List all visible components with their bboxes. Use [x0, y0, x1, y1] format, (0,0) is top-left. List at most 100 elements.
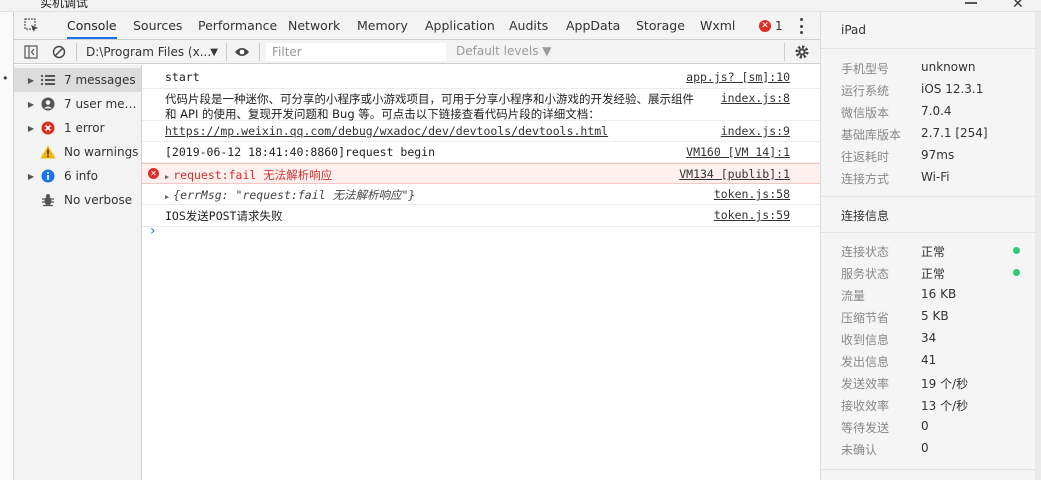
left-edge-panel: •	[0, 12, 14, 480]
warning-icon	[40, 144, 56, 160]
sidebar-item-label: 1 error	[64, 121, 105, 135]
filter-input[interactable]	[266, 43, 446, 61]
info-key: 手机型号	[841, 62, 890, 76]
console-object[interactable]: ▶ {errMsg: "request:fail 无法解析响应"}	[165, 187, 415, 203]
info-key: 基础库版本	[841, 128, 902, 142]
console-row: IOS发送POST请求失败 token.js:59	[142, 205, 820, 227]
info-key: 连接方式	[841, 172, 890, 186]
eye-icon[interactable]	[233, 43, 251, 61]
console-message: [2019-06-12 18:41:40:8860]request begin	[165, 145, 436, 159]
error-text: request:fail 无法解析响应	[173, 168, 333, 182]
tab-performance[interactable]: Performance	[198, 12, 277, 39]
console-row: start app.js? [sm]:10	[142, 67, 820, 89]
sidebar-item-label: 7 user mess...	[64, 97, 140, 111]
source-link[interactable]: index.js:8	[721, 91, 790, 105]
expand-arrow-icon[interactable]: ▶	[24, 76, 38, 85]
source-link[interactable]: VM134 [publib]:1	[679, 167, 790, 181]
sidebar-item-info[interactable]: ▶ 6 info	[14, 164, 141, 188]
tab-memory[interactable]: Memory	[357, 12, 408, 39]
close-icon[interactable]: ✕	[1012, 0, 1024, 11]
connection-section-title: 连接信息	[841, 209, 890, 223]
panel-scrollbar[interactable]	[1035, 12, 1041, 480]
tab-audits[interactable]: Audits	[509, 12, 548, 39]
source-link[interactable]: token.js:58	[714, 187, 790, 201]
sidebar-item-label: 7 messages	[64, 73, 136, 87]
tab-network[interactable]: Network	[288, 12, 340, 39]
sidebar-item-warnings[interactable]: No warnings	[14, 140, 141, 164]
conn-row: 流量 16 KB	[841, 284, 1031, 306]
error-count-badge[interactable]: ✕ 1	[759, 19, 783, 33]
tab-storage[interactable]: Storage	[636, 12, 685, 39]
source-link[interactable]: app.js? [sm]:10	[686, 70, 790, 84]
console-messages: start app.js? [sm]:10 代码片段是一种迷你、可分享的小程序或…	[142, 65, 820, 480]
object-text: {errMsg: "request:fail 无法解析响应"}	[173, 188, 416, 202]
expand-arrow-icon[interactable]: ▶	[165, 173, 169, 181]
device-info-panel: iPad 手机型号 unknown 运行系统 iOS 12.3.1 微信版本 7.0.…	[820, 12, 1041, 480]
levels-dropdown[interactable]: Default levels ▼	[456, 44, 552, 58]
more-options-icon[interactable]	[799, 18, 803, 34]
sidebar-item-errors[interactable]: ▶ 1 error	[14, 116, 141, 140]
expand-arrow-icon[interactable]: ▶	[24, 172, 38, 181]
conn-value: 0	[921, 419, 929, 433]
tab-appdata[interactable]: AppData	[566, 12, 620, 39]
tab-sources[interactable]: Sources	[133, 12, 182, 39]
conn-row: 连接状态 正常	[841, 240, 1031, 262]
tab-application[interactable]: Application	[425, 12, 495, 39]
window-titlebar: 实机调试 ✕	[0, 0, 1041, 12]
info-icon	[40, 168, 56, 184]
console-row: ▶ {errMsg: "request:fail 无法解析响应"} token.j…	[142, 184, 820, 205]
conn-row: 收到信息 34	[841, 328, 1031, 350]
tab-wxml[interactable]: Wxml	[700, 12, 735, 39]
sidebar-toggle-icon[interactable]	[22, 43, 40, 61]
error-icon	[40, 120, 56, 136]
conn-key: 等待发送	[841, 421, 890, 435]
conn-value: 34	[921, 331, 937, 345]
source-link[interactable]: VM160 [VM 14]:1	[686, 145, 790, 159]
conn-key: 接收效率	[841, 399, 890, 413]
sidebar-item-label: No warnings	[64, 145, 139, 159]
conn-value: 正常	[921, 267, 946, 281]
device-title: iPad	[841, 23, 867, 37]
conn-key: 收到信息	[841, 333, 890, 347]
inspect-element-icon[interactable]	[22, 16, 42, 36]
tab-console[interactable]: Console	[67, 12, 117, 39]
chevron-down-icon: ▼	[210, 47, 218, 58]
console-sidebar: ▶ 7 messages ▶ 7 user mess... ▶ 1 error	[14, 65, 142, 480]
expand-arrow-icon[interactable]: ▶	[24, 100, 38, 109]
minimize-button[interactable]	[965, 2, 977, 4]
conn-value: 13 个/秒	[921, 399, 969, 413]
info-key: 微信版本	[841, 106, 890, 120]
info-row: 连接方式 Wi-Fi	[841, 167, 1031, 189]
conn-value: 5 KB	[921, 309, 949, 323]
status-ok-icon	[1013, 269, 1020, 276]
doc-link[interactable]: https://mp.weixin.qq.com/debug/wxadoc/de…	[165, 124, 608, 138]
info-value: Wi-Fi	[921, 170, 950, 184]
clear-console-icon[interactable]	[50, 43, 68, 61]
conn-value: 19 个/秒	[921, 377, 969, 391]
conn-key: 连接状态	[841, 245, 890, 259]
conn-key: 发送效率	[841, 377, 890, 391]
info-row: 运行系统 iOS 12.3.1	[841, 79, 1031, 101]
sidebar-item-verbose[interactable]: No verbose	[14, 188, 141, 212]
console-error-row[interactable]: ✕ ▶ request:fail 无法解析响应 VM134 [publib]:1	[142, 163, 820, 184]
left-edge-marker: •	[2, 72, 9, 85]
gear-icon[interactable]	[793, 43, 811, 61]
context-select[interactable]: D:\Program Files (x... ▼	[86, 44, 218, 61]
info-row: 往返耗时 97ms	[841, 145, 1031, 167]
info-value: 2.7.1 [254]	[921, 126, 988, 140]
expand-arrow-icon[interactable]: ▶	[165, 193, 169, 201]
conn-key: 服务状态	[841, 267, 890, 281]
sidebar-item-messages[interactable]: ▶ 7 messages	[14, 68, 141, 92]
console-message-line2: 和 API 的使用、复现开发问题和 Bug 等。可点击以下链接查看代码片段的详细…	[165, 107, 600, 121]
expand-arrow-icon[interactable]: ▶	[24, 124, 38, 133]
sidebar-item-user-messages[interactable]: ▶ 7 user mess...	[14, 92, 141, 116]
source-link[interactable]: index.js:9	[721, 124, 790, 138]
console-prompt-icon[interactable]: ›	[150, 223, 156, 239]
source-link[interactable]: token.js:59	[714, 208, 790, 222]
window-title: 实机调试	[40, 0, 89, 10]
info-row: 手机型号 unknown	[841, 57, 1031, 79]
conn-key: 发出信息	[841, 355, 890, 369]
tab-bar: Console Sources Performance Network Memo…	[14, 12, 820, 40]
info-row: 微信版本 7.0.4	[841, 101, 1031, 123]
conn-row: 发出信息 41	[841, 350, 1031, 372]
